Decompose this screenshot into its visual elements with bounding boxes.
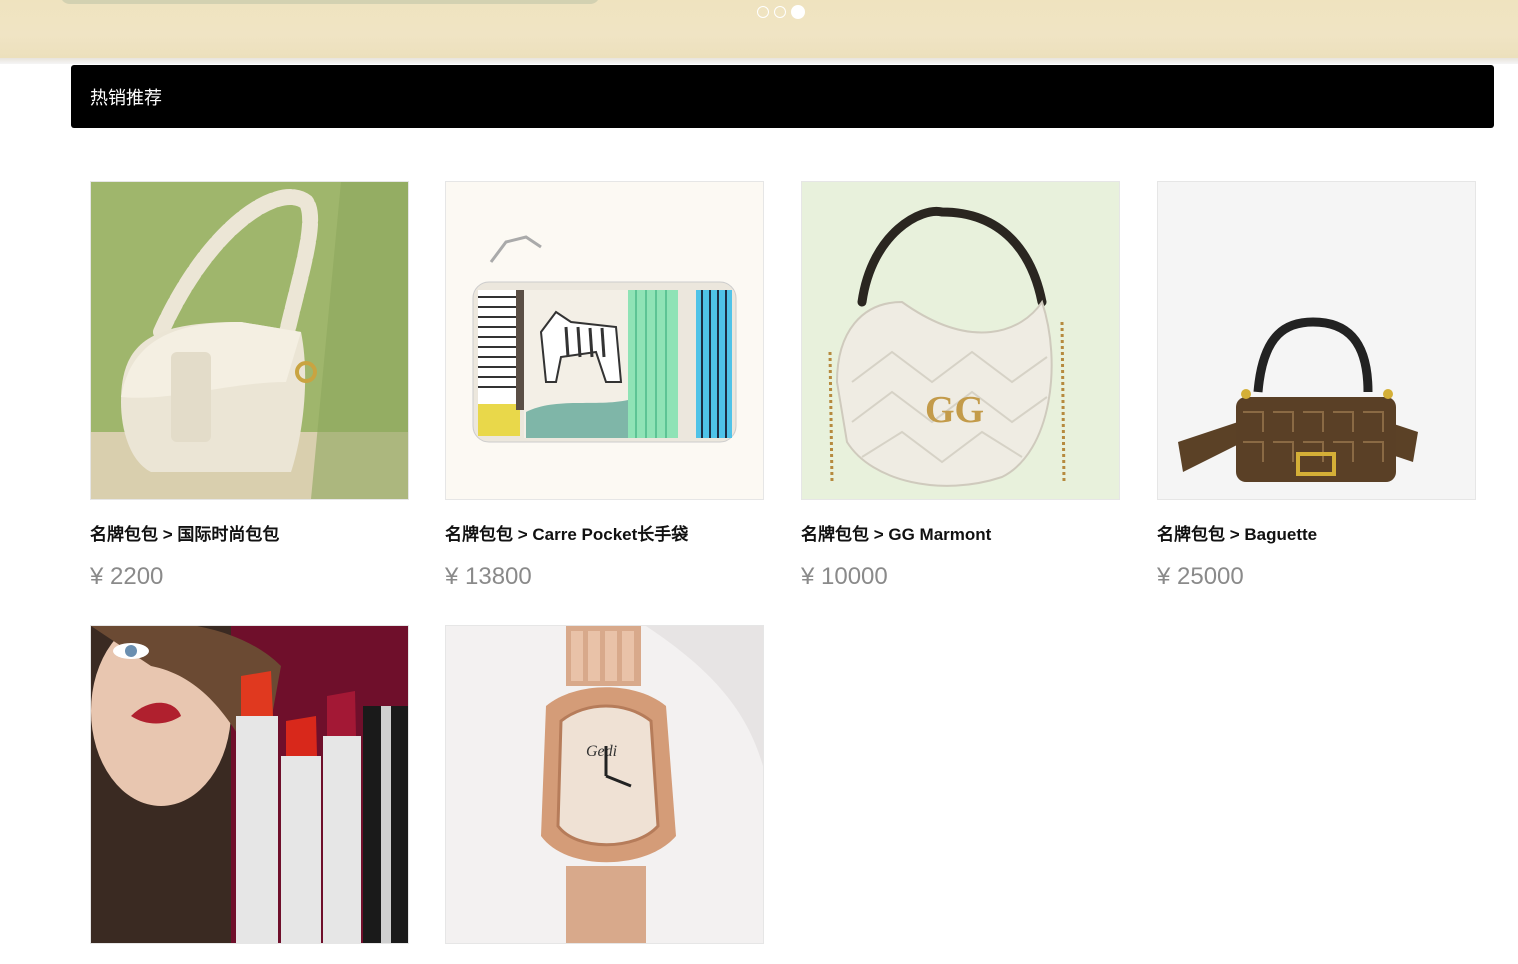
product-name[interactable]: 名牌包包 > Carre Pocket长手袋 xyxy=(445,520,764,545)
product-name[interactable]: 名牌包包 > Baguette xyxy=(1157,520,1476,545)
product-card[interactable]: 名牌包包 > Carre Pocket长手袋 ¥ 13800 xyxy=(445,181,764,591)
carousel-dot-2[interactable] xyxy=(774,6,786,18)
hero-banner[interactable] xyxy=(0,0,1518,58)
product-image-rose-gold-watch[interactable]: Gedi xyxy=(445,625,764,944)
product-image-lipstick-model[interactable] xyxy=(90,625,409,944)
product-image-white-saddle-bag[interactable] xyxy=(90,181,409,500)
product-image-white-hobo-bag[interactable]: GG xyxy=(801,181,1120,500)
section-header: 热销推荐 xyxy=(71,65,1494,128)
product-card[interactable]: GG 名牌包包 > GG Marmont ¥ 10000 xyxy=(801,181,1120,591)
product-price: ¥ 10000 xyxy=(801,563,888,590)
carousel-dots xyxy=(757,5,805,19)
carousel-dot-3[interactable] xyxy=(791,5,805,19)
product-card[interactable]: 名牌包包 > 国际时尚包包 ¥ 2200 xyxy=(90,181,409,591)
banner-divider xyxy=(0,58,1518,64)
product-price: ¥ 13800 xyxy=(445,563,532,590)
svg-text:GG: GG xyxy=(925,389,984,431)
svg-text:Gedi: Gedi xyxy=(586,743,617,760)
carousel-dot-1[interactable] xyxy=(757,6,769,18)
banner-image-edge xyxy=(60,0,600,4)
product-card[interactable]: 名牌包包 > Baguette ¥ 25000 xyxy=(1157,181,1476,591)
product-image-zebra-pouch[interactable] xyxy=(445,181,764,500)
product-name[interactable]: 名牌包包 > GG Marmont xyxy=(801,520,1120,545)
product-price: ¥ 25000 xyxy=(1157,563,1244,590)
product-card[interactable] xyxy=(90,625,409,964)
product-price: ¥ 2200 xyxy=(90,563,164,590)
product-name[interactable]: 名牌包包 > 国际时尚包包 xyxy=(90,520,409,545)
product-image-ff-baguette-bag[interactable] xyxy=(1157,181,1476,500)
section-title: 热销推荐 xyxy=(90,87,162,109)
product-card[interactable]: Gedi xyxy=(445,625,764,964)
